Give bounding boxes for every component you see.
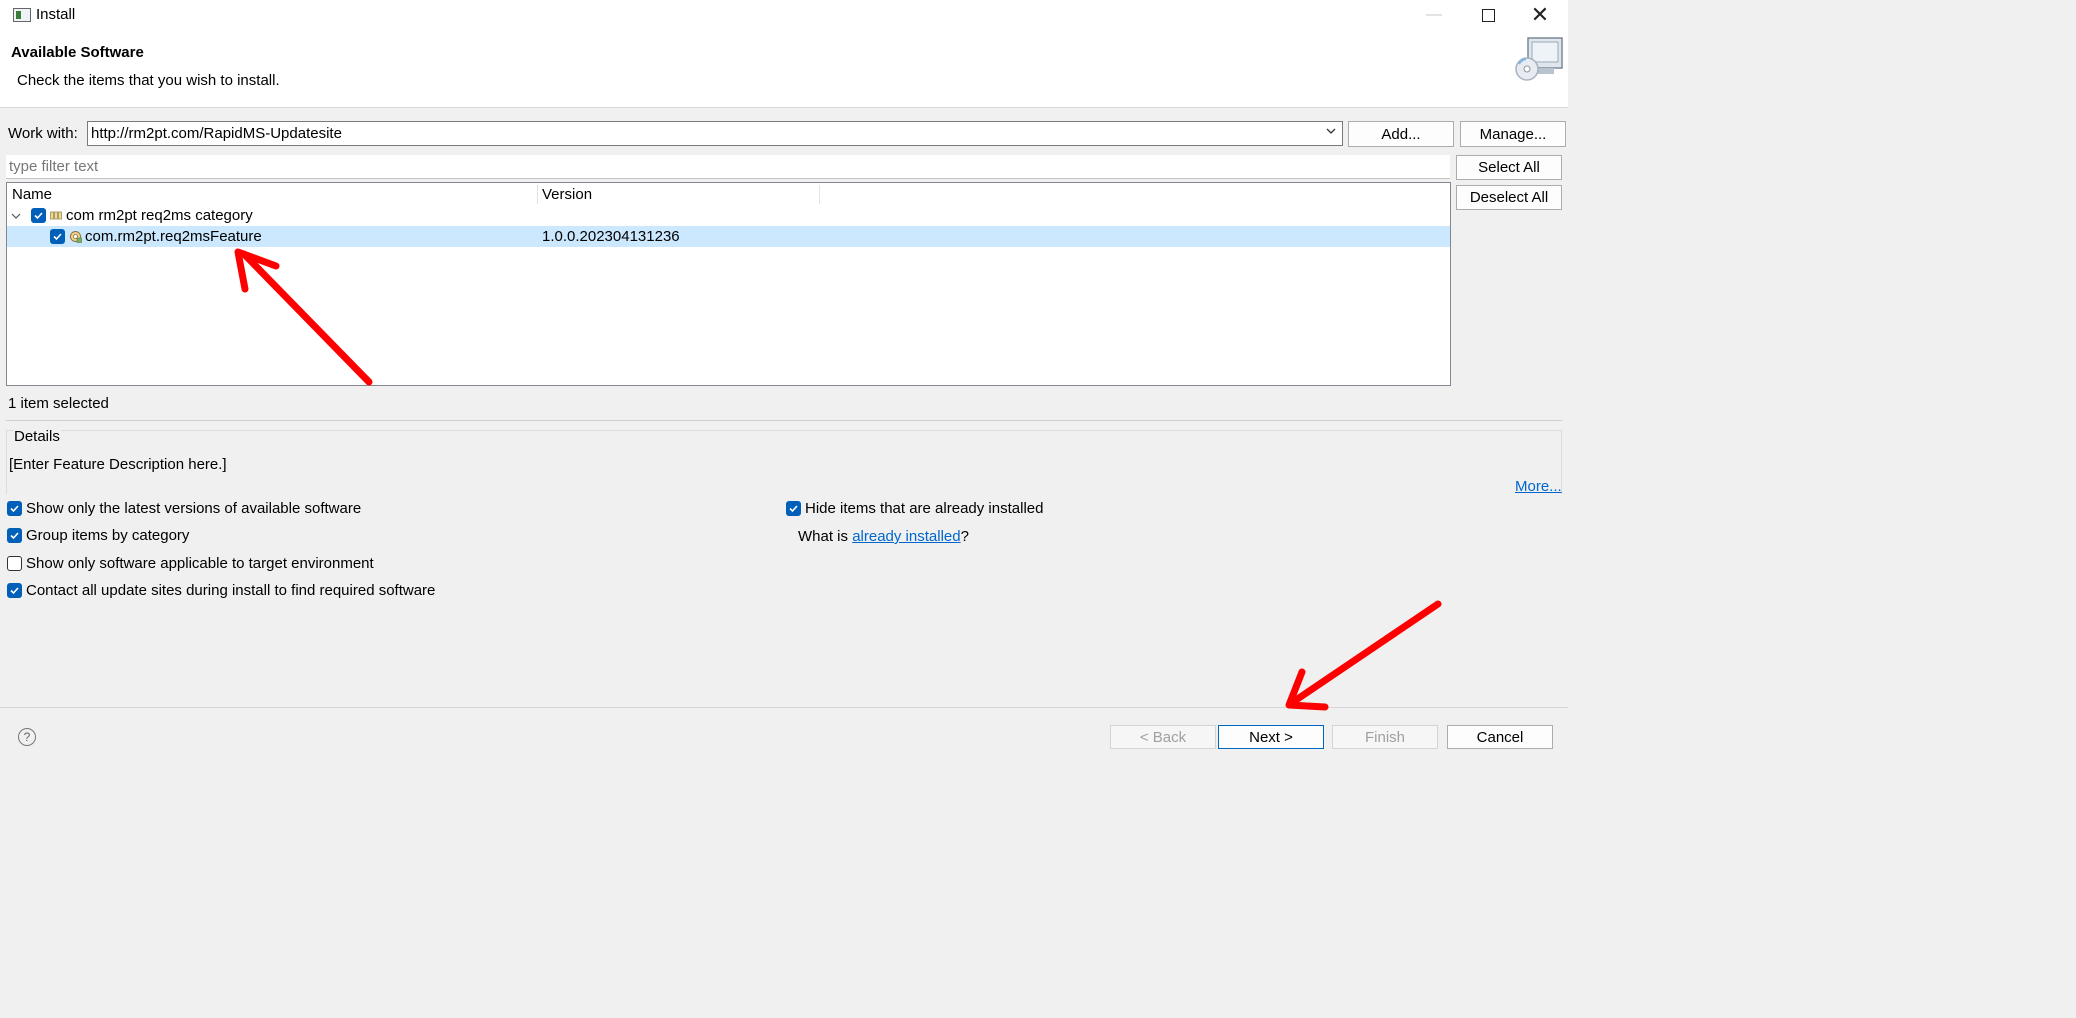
next-button[interactable]: Next >: [1218, 725, 1324, 749]
contact-update-sites-label: Contact all update sites during install …: [26, 582, 436, 599]
option-group-by-category[interactable]: Group items by category: [7, 527, 189, 544]
maximize-button[interactable]: [1460, 0, 1516, 30]
hide-installed-checkbox[interactable]: [786, 501, 801, 516]
details-title: Details: [13, 428, 61, 445]
target-environment-label: Show only software applicable to target …: [26, 555, 374, 572]
work-with-combo[interactable]: http://rm2pt.com/RapidMS-Updatesite: [87, 121, 1343, 146]
wizard-header: [0, 30, 1568, 108]
what-is-installed: What is already installed?: [798, 528, 969, 545]
page-subtitle: Check the items that you wish to install…: [17, 72, 280, 89]
details-group: [6, 430, 1562, 494]
chevron-down-icon[interactable]: [11, 211, 21, 221]
selection-status: 1 item selected: [8, 395, 109, 412]
latest-versions-checkbox[interactable]: [7, 501, 22, 516]
manage-sites-button[interactable]: Manage...: [1460, 121, 1566, 147]
feature-label: com.rm2pt.req2msFeature: [85, 228, 262, 245]
column-header-version[interactable]: Version: [537, 183, 819, 205]
footer-divider: [0, 707, 1568, 708]
option-target-environment[interactable]: Show only software applicable to target …: [7, 555, 374, 572]
details-description: [Enter Feature Description here.]: [9, 456, 227, 473]
column-header-name[interactable]: Name: [7, 183, 537, 205]
option-latest-versions[interactable]: Show only the latest versions of availab…: [7, 500, 361, 517]
work-with-value: http://rm2pt.com/RapidMS-Updatesite: [91, 125, 342, 142]
back-button[interactable]: < Back: [1110, 725, 1216, 749]
latest-versions-label: Show only the latest versions of availab…: [26, 500, 362, 517]
feature-version: 1.0.0.202304131236: [542, 228, 680, 245]
cancel-button[interactable]: Cancel: [1447, 725, 1553, 749]
help-icon: ?: [23, 730, 31, 744]
page-title: Available Software: [11, 44, 144, 61]
group-by-category-checkbox[interactable]: [7, 528, 22, 543]
chevron-down-icon[interactable]: [1326, 126, 1336, 136]
finish-button[interactable]: Finish: [1332, 725, 1438, 749]
work-with-label: Work with:: [8, 125, 78, 142]
add-site-button[interactable]: Add...: [1348, 121, 1454, 147]
category-icon: [50, 211, 62, 220]
title-bar: [0, 0, 1568, 30]
tree-row-feature[interactable]: com.rm2pt.req2msFeature 1.0.0.2023041312…: [7, 226, 1450, 247]
tree-row-category[interactable]: com rm2pt req2ms category: [7, 205, 1450, 226]
target-environment-checkbox[interactable]: [7, 556, 22, 571]
window-title: Install: [36, 6, 76, 23]
install-wizard-icon: [1515, 37, 1563, 81]
column-divider[interactable]: [819, 185, 820, 204]
select-all-button[interactable]: Select All: [1456, 155, 1562, 180]
what-is-prefix: What is: [798, 528, 853, 545]
annotation-arrow-next: [1285, 600, 1442, 711]
software-tree[interactable]: Name Version com rm2pt req2ms category c…: [6, 182, 1451, 386]
feature-checkbox[interactable]: [50, 229, 65, 244]
already-installed-link[interactable]: already installed: [852, 528, 960, 545]
group-by-category-label: Group items by category: [26, 527, 190, 544]
what-is-suffix: ?: [960, 528, 969, 545]
filter-input[interactable]: [6, 155, 1450, 178]
app-icon: [13, 8, 31, 22]
close-icon: ✕: [1530, 2, 1550, 27]
deselect-all-button[interactable]: Deselect All: [1456, 185, 1562, 210]
minimize-button[interactable]: —: [1406, 0, 1462, 30]
feature-plugin-icon: [70, 231, 82, 243]
option-hide-installed[interactable]: Hide items that are already installed: [786, 500, 1043, 517]
maximize-icon: [1481, 8, 1495, 22]
filter-field-wrapper: [6, 155, 1450, 179]
contact-update-sites-checkbox[interactable]: [7, 583, 22, 598]
divider: [6, 420, 1562, 421]
category-checkbox[interactable]: [31, 208, 46, 223]
hide-installed-label: Hide items that are already installed: [805, 500, 1044, 517]
help-button[interactable]: ?: [18, 728, 36, 746]
close-button[interactable]: ✕: [1512, 0, 1568, 30]
option-contact-update-sites[interactable]: Contact all update sites during install …: [7, 582, 435, 599]
more-link[interactable]: More...: [1515, 478, 1562, 495]
category-label: com rm2pt req2ms category: [66, 207, 253, 224]
